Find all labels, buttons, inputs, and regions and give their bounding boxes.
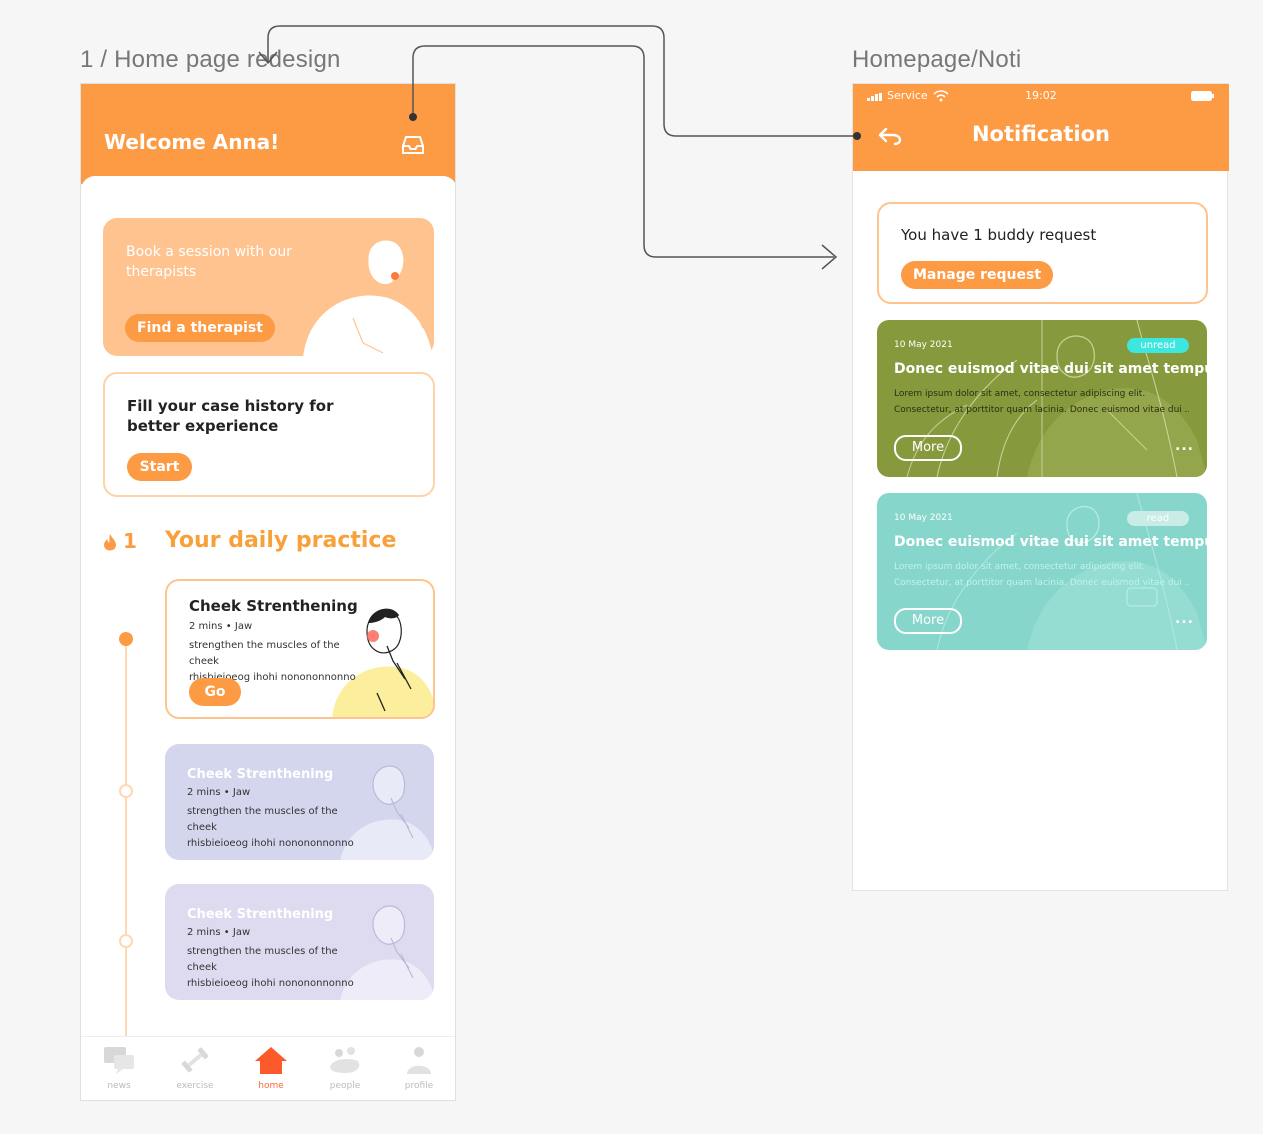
connector-start-dot — [853, 132, 861, 140]
connector-inbox-link — [412, 45, 834, 258]
connector-back-link — [267, 25, 857, 137]
connector-start-dot — [409, 113, 417, 121]
prototype-connectors — [258, 25, 861, 270]
